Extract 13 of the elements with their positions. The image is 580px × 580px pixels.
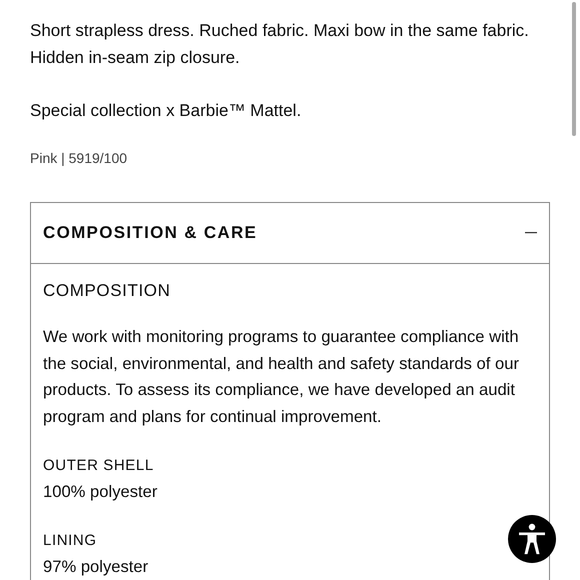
section-heading: COMPOSITION (43, 280, 172, 302)
material-label: OUTER SHELL (43, 456, 154, 476)
material-value: 97% polyester (43, 556, 148, 578)
composition-paragraph: We work with monitoring programs to guarantee compliance with the social, environmental, and health and safety standards of our products. To assess its compliance, we have developed an audit program and plans for continual improvement. (43, 326, 520, 428)
accessibility-icon (517, 523, 547, 555)
description-text: Short strapless dress. Ruched fabric. Maxi bow in the same fabric. Hidden in-seam zip closure. (30, 20, 530, 69)
accordion-title: COMPOSITION & CARE (43, 223, 258, 243)
scrollbar[interactable] (572, 2, 576, 136)
accessibility-button[interactable] (508, 515, 556, 563)
material-value: 100% polyester (43, 480, 158, 503)
material-label: LINING (43, 530, 97, 551)
description-text: Special collection x Barbie™ Mattel. (30, 100, 302, 122)
color-reference-text: Pink | 5919/100 (30, 150, 128, 166)
